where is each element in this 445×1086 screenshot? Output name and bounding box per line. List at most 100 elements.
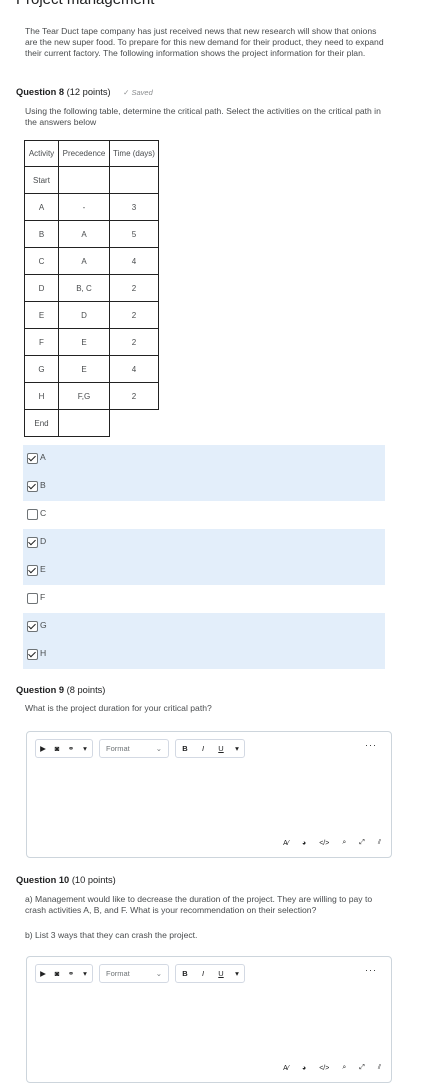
table-row: C A 4 [24,247,159,275]
format-label: Format [106,744,130,753]
question-10-answer-editor[interactable]: ▶ ◙ ⚭ ▾ Format ⌄ B I U ▾ ··· A⁄ ◕ </> ⌕ ⤢… [26,956,392,1083]
spellcheck-icon[interactable]: A⁄ [283,1065,289,1072]
insert-dropdown-icon[interactable]: ▾ [78,740,92,757]
format-select[interactable]: Format ⌄ [100,740,168,757]
question-8-label: Question 8 [16,87,65,97]
accessibility-icon[interactable]: ◕ [302,840,306,847]
more-options-icon[interactable]: ··· [365,965,377,975]
insert-link-icon[interactable]: ⚭ [64,965,78,982]
header-activity: Activity [24,140,59,167]
italic-button[interactable]: I [194,740,212,757]
question-10-text-a: a) Management would like to decrease the… [25,894,373,915]
table-row: E D 2 [24,301,159,329]
fullscreen-icon[interactable]: ⤢ [359,839,365,847]
format-select[interactable]: Format ⌄ [100,965,168,982]
table-cell: A [24,193,59,221]
table-row: H F,G 2 [24,382,159,410]
insert-image-icon[interactable]: ◙ [50,740,64,757]
question-8-text: Using the following table, determine the… [25,106,381,127]
table-cell: 2 [109,301,159,329]
option-label: A [40,452,46,462]
question-10-label: Question 10 [16,875,70,885]
table-cell: B, C [58,274,110,302]
bold-button[interactable]: B [176,740,194,757]
insert-video-icon[interactable]: ▶ [36,965,50,982]
table-cell: B [24,220,59,248]
source-code-icon[interactable]: </> [319,840,329,847]
critical-path-options: A B C D E F G H [23,445,385,669]
table-cell [109,166,159,194]
checkbox-g[interactable] [27,621,38,632]
preview-icon[interactable]: ⌕ [342,839,346,847]
insert-dropdown-icon[interactable]: ▾ [78,965,92,982]
check-icon: ✓ [123,88,130,97]
table-cell: F,G [58,382,110,410]
more-options-icon[interactable]: ··· [365,740,377,750]
table-cell: - [58,193,110,221]
checkbox-f[interactable] [27,593,38,604]
style-group: B I U ▾ [175,739,245,758]
question-9-label: Question 9 [16,685,65,695]
table-cell: D [58,301,110,329]
option-a[interactable]: A [23,445,385,473]
checkbox-h[interactable] [27,649,38,660]
header-time: Time (days) [109,140,159,167]
insert-link-icon[interactable]: ⚭ [64,740,78,757]
resize-handle-icon[interactable]: ⫽ [378,839,381,847]
table-cell: 2 [109,328,159,356]
source-code-icon[interactable]: </> [319,1065,329,1072]
editor-bottom-bar: A⁄ ◕ </> ⌕ ⤢ ⫽ [283,1064,381,1072]
insert-group: ▶ ◙ ⚭ ▾ [35,739,93,758]
table-cell: 4 [109,355,159,383]
underline-button[interactable]: U [212,965,230,982]
table-cell: E [24,301,59,329]
spellcheck-icon[interactable]: A⁄ [283,840,289,847]
preview-icon[interactable]: ⌕ [342,1064,346,1072]
table-cell: 5 [109,220,159,248]
resize-handle-icon[interactable]: ⫽ [378,1064,381,1072]
table-cell [110,410,159,437]
checkbox-d[interactable] [27,537,38,548]
question-9-answer-editor[interactable]: ▶ ◙ ⚭ ▾ Format ⌄ B I U ▾ ··· A⁄ ◕ </> ⌕ ⤢… [26,731,392,858]
editor-toolbar: ▶ ◙ ⚭ ▾ Format ⌄ B I U ▾ [35,964,251,983]
table-row: G E 4 [24,355,159,383]
underline-button[interactable]: U [212,740,230,757]
style-dropdown-icon[interactable]: ▾ [230,965,244,982]
italic-button[interactable]: I [194,965,212,982]
table-cell: 4 [109,247,159,275]
chevron-down-icon: ⌄ [155,969,162,978]
insert-image-icon[interactable]: ◙ [50,965,64,982]
checkbox-a[interactable] [27,453,38,464]
question-9-header: Question 9 (8 points) [16,685,105,695]
option-label: H [40,648,47,658]
option-c[interactable]: C [23,501,385,529]
table-cell: E [58,355,110,383]
table-cell: A [58,247,110,275]
option-f[interactable]: F [23,585,385,613]
question-9-text: What is the project duration for your cr… [25,703,212,713]
table-row: End [24,409,159,437]
insert-video-icon[interactable]: ▶ [36,740,50,757]
option-e[interactable]: E [23,557,385,585]
style-dropdown-icon[interactable]: ▾ [230,740,244,757]
option-h[interactable]: H [23,641,385,669]
option-label: F [40,592,46,602]
fullscreen-icon[interactable]: ⤢ [359,1064,365,1072]
accessibility-icon[interactable]: ◕ [302,1065,306,1072]
table-row: D B, C 2 [24,274,159,302]
saved-label: Saved [131,88,153,97]
checkbox-c[interactable] [27,509,38,520]
checkbox-b[interactable] [27,481,38,492]
question-10-header: Question 10 (10 points) [16,875,116,885]
table-cell: E [58,328,110,356]
option-d[interactable]: D [23,529,385,557]
checkbox-e[interactable] [27,565,38,576]
option-label: D [40,536,47,546]
style-group: B I U ▾ [175,964,245,983]
bold-button[interactable]: B [176,965,194,982]
question-9-points: (8 points) [66,685,106,695]
intro-text: The Tear Duct tape company has just rece… [25,26,384,58]
option-b[interactable]: B [23,473,385,501]
table-cell: H [24,382,59,410]
option-g[interactable]: G [23,613,385,641]
